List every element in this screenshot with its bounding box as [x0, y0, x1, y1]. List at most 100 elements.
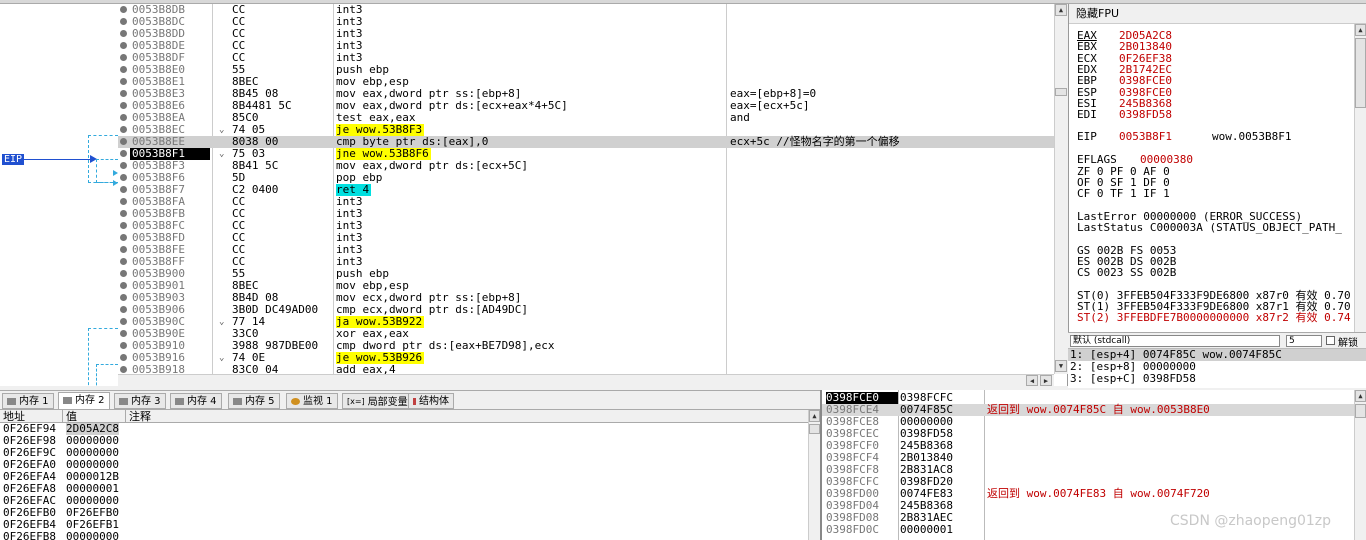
scroll-thumb[interactable]: [809, 424, 820, 434]
scroll-up-button[interactable]: ▲: [809, 410, 820, 422]
comment-column-header[interactable]: 注释: [126, 410, 808, 423]
disasm-bytes: CC: [232, 231, 246, 244]
jump-gutter: EIP: [0, 4, 118, 386]
breakpoint-dot-icon[interactable]: [120, 42, 127, 49]
arguments-pane[interactable]: 1: [esp+4] 0074F85C wow.0074F85C 2: [esp…: [1068, 348, 1366, 388]
register-eflags[interactable]: EFLAGS 00000380: [1077, 154, 1193, 165]
breakpoint-dot-icon[interactable]: [120, 198, 127, 205]
breakpoint-dot-icon[interactable]: [120, 270, 127, 277]
breakpoint-dot-icon[interactable]: [120, 246, 127, 253]
flags-row-3[interactable]: CF 0 TF 1 IF 1: [1077, 188, 1170, 199]
breakpoint-dot-icon[interactable]: [120, 126, 127, 133]
disasm-row[interactable]: 0053B8DE CC int3: [118, 40, 1054, 52]
dump-row[interactable]: 0F26EF98 00000000: [0, 435, 820, 447]
dump-row[interactable]: 0F26EFA4 0000012B: [0, 471, 820, 483]
tab-memory-4[interactable]: 内存 4: [170, 393, 222, 409]
breakpoint-dot-icon[interactable]: [120, 174, 127, 181]
breakpoint-dot-icon[interactable]: [120, 234, 127, 241]
dump-row[interactable]: 0F26EFA8 00000001: [0, 483, 820, 495]
registers-pane[interactable]: 隐藏FPU EAX 2D05A2C8 EBX 2B013840 ECX 0F26EF38 E…: [1068, 4, 1366, 332]
breakpoint-dot-icon[interactable]: [120, 366, 127, 373]
scroll-down-button[interactable]: ▼: [1055, 360, 1067, 372]
dump-rows[interactable]: 0F26EF94 2D05A2C8 0F26EF98 00000000 0F26EF9C…: [0, 423, 820, 540]
dump-row[interactable]: 0F26EFB8 00000000: [0, 531, 820, 540]
disasm-row[interactable]: 0053B8DC CC int3: [118, 16, 1054, 28]
breakpoint-dot-icon[interactable]: [120, 282, 127, 289]
dump-row[interactable]: 0F26EF94 2D05A2C8: [0, 423, 820, 435]
disasm-row[interactable]: 0053B8FB CC int3: [118, 208, 1054, 220]
hide-fpu-toggle[interactable]: 隐藏FPU: [1069, 4, 1366, 24]
unlock-label: 解锁: [1338, 338, 1358, 349]
breakpoint-dot-icon[interactable]: [120, 114, 127, 121]
disasm-row[interactable]: 0053B8F3 8B41 5C mov eax,dword ptr ds:[ecx…: [118, 160, 1054, 172]
disassembly-scrollbar[interactable]: ▲ ▼: [1054, 4, 1068, 374]
breakpoint-dot-icon[interactable]: [120, 30, 127, 37]
tab-watch-1[interactable]: 监视 1: [286, 393, 338, 409]
breakpoint-dot-icon[interactable]: [120, 6, 127, 13]
breakpoint-dot-icon[interactable]: [120, 306, 127, 313]
dump-row[interactable]: 0F26EFAC 00000000: [0, 495, 820, 507]
dump-scrollbar[interactable]: ▲: [808, 410, 820, 540]
breakpoint-dot-icon[interactable]: [120, 18, 127, 25]
breakpoint-dot-icon[interactable]: [120, 258, 127, 265]
disasm-bytes: CC: [232, 255, 246, 268]
breakpoint-dot-icon[interactable]: [120, 150, 127, 157]
breakpoint-dot-icon[interactable]: [120, 78, 127, 85]
breakpoint-dot-icon[interactable]: [120, 354, 127, 361]
disasm-row[interactable]: 0053B8DF CC int3: [118, 52, 1054, 64]
unlock-checkbox[interactable]: [1326, 336, 1335, 345]
scroll-thumb[interactable]: [1355, 404, 1366, 418]
breakpoint-dot-icon[interactable]: [120, 66, 127, 73]
dump-pane[interactable]: 地址 值 注释 0F26EF94 2D05A2C8 0F26EF98 00000000…: [0, 410, 820, 540]
breakpoint-dot-icon[interactable]: [120, 330, 127, 337]
arg-count-spinner[interactable]: 5: [1286, 335, 1322, 347]
calling-convention-select[interactable]: 默认 (stdcall): [1070, 335, 1280, 347]
breakpoint-dot-icon[interactable]: [120, 342, 127, 349]
scroll-left-button[interactable]: ◀: [1026, 375, 1038, 386]
arg-row[interactable]: 3: [esp+C] 0398FD58: [1068, 373, 1366, 385]
scroll-thumb[interactable]: [1355, 38, 1366, 108]
dump-row[interactable]: 0F26EFB0 0F26EFB0: [0, 507, 820, 519]
stack-scrollbar[interactable]: ▲: [1354, 390, 1366, 540]
disasm-row[interactable]: 0053B8DB CC int3: [118, 4, 1054, 16]
tab-memory-5[interactable]: 内存 5: [228, 393, 280, 409]
disasm-row[interactable]: 0053B8FF CC int3: [118, 256, 1054, 268]
stack-address: 0398FD0C: [826, 523, 879, 536]
disasm-row[interactable]: 0053B8DD CC int3: [118, 28, 1054, 40]
breakpoint-dot-icon[interactable]: [120, 138, 127, 145]
dump-row[interactable]: 0F26EF9C 00000000: [0, 447, 820, 459]
disasm-row[interactable]: 0053B8FD CC int3: [118, 232, 1054, 244]
disassembly-pane[interactable]: EIP 0053B8DB CC int3 0053B8DC CC int3 0053B8DD…: [0, 4, 1068, 386]
breakpoint-dot-icon[interactable]: [120, 54, 127, 61]
disasm-row[interactable]: 0053B8FE CC int3: [118, 244, 1054, 256]
tab-memory-2[interactable]: 内存 2: [58, 392, 110, 410]
fpu-st2[interactable]: ST(2) 3FFEBDFE7B0000000000 x87r2 有效 0.74: [1077, 312, 1351, 323]
breakpoint-dot-icon[interactable]: [120, 210, 127, 217]
disassembly-rows[interactable]: 0053B8DB CC int3 0053B8DC CC int3 0053B8DD CC in…: [118, 4, 1054, 376]
breakpoint-dot-icon[interactable]: [120, 186, 127, 193]
dump-row[interactable]: 0F26EFB4 0F26EFB1: [0, 519, 820, 531]
dump-row[interactable]: 0F26EFA0 00000000: [0, 459, 820, 471]
tab-locals[interactable]: [x=] 局部变量: [342, 393, 413, 409]
breakpoint-dot-icon[interactable]: [120, 162, 127, 169]
scroll-up-button[interactable]: ▲: [1355, 390, 1366, 402]
breakpoint-dot-icon[interactable]: [120, 90, 127, 97]
disasm-row[interactable]: 0053B8FA CC int3: [118, 196, 1054, 208]
breakpoint-dot-icon[interactable]: [120, 222, 127, 229]
breakpoint-dot-icon[interactable]: [120, 318, 127, 325]
scroll-up-button[interactable]: ▲: [1055, 4, 1067, 16]
breakpoint-dot-icon[interactable]: [120, 294, 127, 301]
registers-scrollbar[interactable]: ▲: [1354, 24, 1366, 332]
breakpoint-dot-icon[interactable]: [120, 102, 127, 109]
tab-memory-3[interactable]: 内存 3: [114, 393, 166, 409]
disassembly-hscrollbar[interactable]: ◀ ▶: [118, 374, 1054, 386]
disasm-row[interactable]: 0053B8FC CC int3: [118, 220, 1054, 232]
register-edi[interactable]: EDI 0398FD58: [1077, 109, 1172, 120]
disasm-row[interactable]: 0053B8F7 C2 0400 ret 4: [118, 184, 1054, 196]
scroll-right-button[interactable]: ▶: [1040, 375, 1052, 386]
tab-memory-1[interactable]: 内存 1: [2, 393, 54, 409]
scroll-up-button[interactable]: ▲: [1355, 24, 1366, 36]
tab-struct[interactable]: 结构体: [408, 393, 454, 409]
register-eip[interactable]: EIP 0053B8F1 wow.0053B8F1: [1077, 131, 1291, 142]
scroll-thumb[interactable]: [1055, 88, 1067, 96]
